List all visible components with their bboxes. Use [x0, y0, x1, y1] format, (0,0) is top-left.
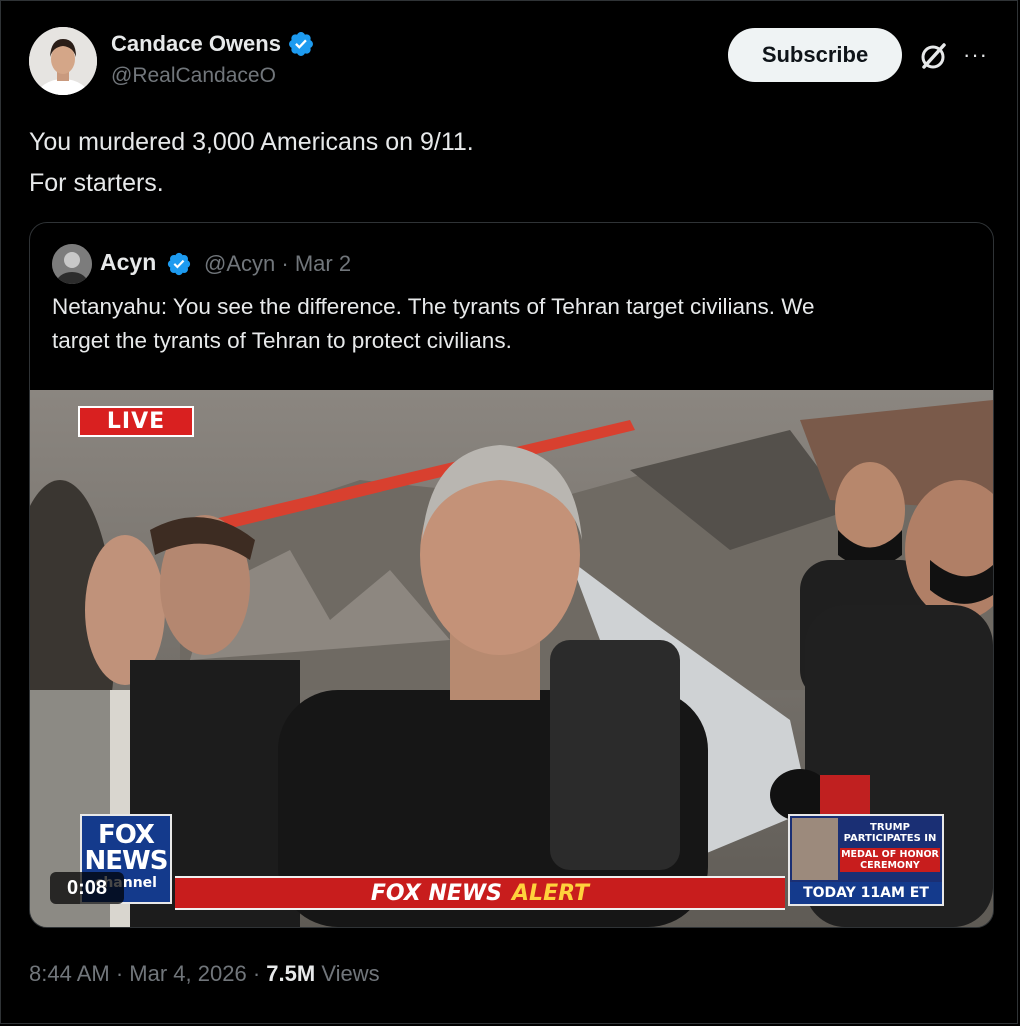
verified-badge-icon [167, 252, 191, 276]
news-alert-banner: FOX NEWS ALERT [175, 876, 785, 910]
meta-separator: · [281, 251, 289, 276]
tweet-text: You murdered 3,000 Americans on 9/11. Fo… [29, 122, 989, 204]
promo-headline: TRUMP PARTICIPATES IN [843, 822, 937, 844]
promo-portrait [792, 818, 838, 880]
author-name-row: Candace Owens [111, 30, 315, 58]
author-handle[interactable]: @RealCandaceO [111, 64, 276, 88]
quoted-tweet-card[interactable]: Acyn @Acyn · Mar 2 Netanyahu: You see th… [29, 222, 994, 928]
tweet-line: For starters. [29, 169, 164, 197]
video-player[interactable]: LIVE FOX NEWS channel FOX NEWS ALERT TRU… [30, 390, 993, 927]
quote-meta: @Acyn · Mar 2 [204, 251, 351, 277]
logo-line: FOX [98, 820, 155, 850]
grok-slash-icon[interactable] [916, 40, 950, 74]
views-label: Views [321, 961, 380, 986]
post-date[interactable]: Mar 4, 2026 [129, 961, 246, 986]
quote-author-name[interactable]: Acyn [100, 249, 156, 276]
promo-box: TRUMP PARTICIPATES IN MEDAL OF HONOR CER… [788, 814, 944, 906]
author-name[interactable]: Candace Owens [111, 31, 281, 57]
more-icon[interactable]: ··· [963, 42, 993, 68]
live-badge: LIVE [78, 406, 194, 437]
promo-subheadline: MEDAL OF HONOR CEREMONY [840, 848, 940, 872]
quote-line: target the tyrants of Tehran to protect … [52, 328, 512, 353]
meta-separator: · [252, 961, 261, 986]
quote-author-avatar[interactable] [52, 244, 92, 284]
verified-badge-icon [288, 32, 313, 56]
logo-line: NEWS [84, 846, 169, 876]
tweet-line: You murdered 3,000 Americans on 9/11. [29, 128, 474, 156]
post-footer: 8:44 AM · Mar 4, 2026 · 7.5M Views [29, 961, 380, 987]
quote-date[interactable]: Mar 2 [295, 251, 351, 276]
quote-handle[interactable]: @Acyn [204, 251, 275, 276]
video-timer: 0:08 [50, 872, 124, 904]
promo-time: TODAY 11AM ET [790, 882, 942, 904]
post-time[interactable]: 8:44 AM [29, 961, 110, 986]
alert-brand: FOX NEWS [370, 880, 503, 906]
subscribe-button[interactable]: Subscribe [728, 28, 902, 82]
alert-word: ALERT [512, 880, 590, 906]
author-avatar[interactable] [29, 27, 97, 95]
meta-separator: · [115, 961, 124, 986]
views-count: 7.5M [266, 961, 316, 986]
quote-line: Netanyahu: You see the difference. The t… [52, 294, 815, 319]
quote-text: Netanyahu: You see the difference. The t… [52, 290, 977, 358]
